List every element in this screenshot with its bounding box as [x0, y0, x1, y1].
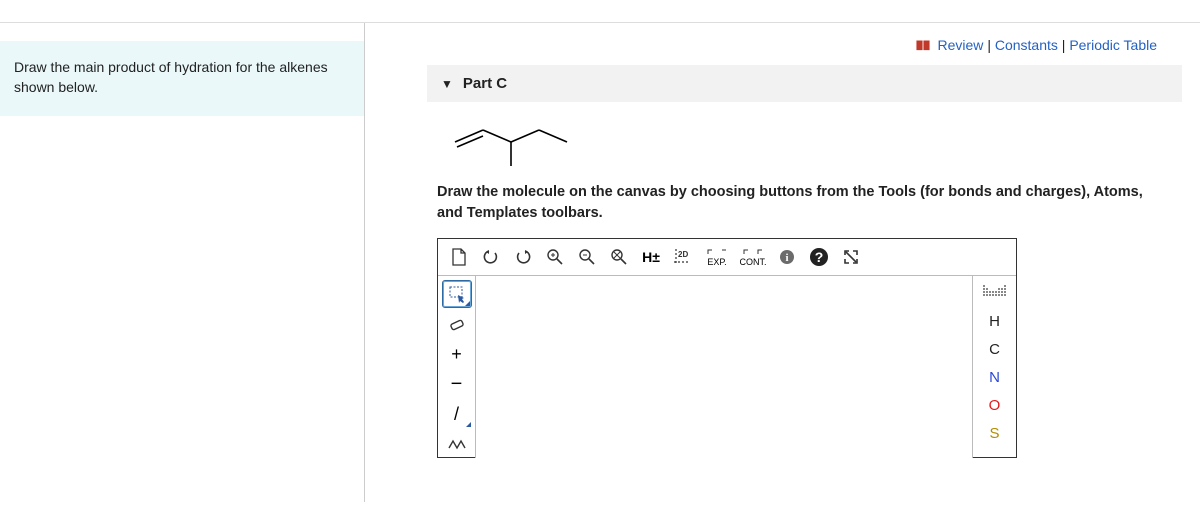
molecule-structure [445, 112, 1182, 168]
redo-icon [514, 249, 532, 265]
collapse-caret-icon: ▼ [441, 77, 453, 91]
contract-label: CONT. [740, 248, 767, 267]
zoom-fit-icon [610, 248, 628, 266]
review-link[interactable]: Review [938, 37, 984, 53]
zoom-in-icon [546, 248, 564, 266]
info-button[interactable]: i [772, 243, 802, 271]
top-links: Review | Constants | Periodic Table [365, 23, 1182, 61]
book-icon [916, 40, 930, 51]
top-toolbar: H± 2D EXP. [438, 239, 1016, 276]
atom-c-button[interactable]: C [978, 336, 1012, 362]
constants-link[interactable]: Constants [995, 37, 1058, 53]
plus-label: + [451, 344, 462, 365]
view-2d-icon: 2D [672, 247, 694, 267]
view-2d-button[interactable]: 2D [668, 243, 698, 271]
single-bond-button[interactable]: / [442, 400, 472, 428]
left-column: Draw the main product of hydration for t… [0, 23, 365, 502]
file-icon [451, 248, 467, 266]
select-tool-button[interactable] [442, 280, 472, 308]
separator: | [987, 37, 991, 53]
atom-h-button[interactable]: H [978, 308, 1012, 334]
minus-label: − [451, 373, 463, 396]
zoom-out-icon [578, 248, 596, 266]
dropdown-corner-icon [465, 301, 470, 306]
eraser-tool-button[interactable] [442, 310, 472, 338]
periodic-table-link[interactable]: Periodic Table [1069, 37, 1157, 53]
eraser-icon [448, 315, 466, 333]
part-header[interactable]: ▼ Part C [427, 65, 1182, 102]
question-text: Draw the main product of hydration for t… [14, 59, 328, 95]
undo-button[interactable] [476, 243, 506, 271]
expand-button[interactable]: EXP. [700, 243, 734, 271]
drawing-editor: H± 2D EXP. [437, 238, 1017, 458]
periodic-grid-icon [982, 284, 1008, 302]
right-toolbar: H C N O S [972, 276, 1016, 458]
charge-minus-button[interactable]: − [442, 370, 472, 398]
zoom-in-button[interactable] [540, 243, 570, 271]
drawing-canvas[interactable] [476, 276, 972, 458]
chain-bond-button[interactable] [442, 430, 472, 458]
info-icon: i [778, 248, 796, 266]
hydrogen-toggle-label: H± [642, 249, 660, 265]
instructions-text: Draw the molecule on the canvas by choos… [437, 182, 1157, 224]
chain-icon [447, 436, 467, 452]
atom-o-button[interactable]: O [978, 392, 1012, 418]
single-bond-label: / [454, 404, 459, 425]
part-label: Part C [463, 75, 507, 92]
fullscreen-icon [843, 249, 859, 265]
left-toolbar: + − / [438, 276, 476, 458]
svg-text:i: i [785, 252, 788, 264]
marquee-icon [448, 285, 466, 303]
fullscreen-button[interactable] [836, 243, 866, 271]
hydrogen-toggle-button[interactable]: H± [636, 243, 666, 271]
periodic-table-button[interactable] [978, 280, 1012, 306]
question-box: Draw the main product of hydration for t… [0, 41, 364, 116]
svg-text:2D: 2D [678, 250, 688, 259]
zoom-out-button[interactable] [572, 243, 602, 271]
contract-corners-icon [742, 248, 764, 256]
help-icon: ? [809, 247, 829, 267]
expand-label: EXP. [706, 248, 728, 267]
help-button[interactable]: ? [804, 243, 834, 271]
dropdown-corner-icon [466, 422, 471, 427]
new-file-button[interactable] [444, 243, 474, 271]
atom-n-button[interactable]: N [978, 364, 1012, 390]
svg-text:?: ? [815, 249, 824, 265]
right-column: Review | Constants | Periodic Table ▼ Pa… [365, 23, 1200, 502]
charge-plus-button[interactable]: + [442, 340, 472, 368]
zoom-fit-button[interactable] [604, 243, 634, 271]
atom-s-button[interactable]: S [978, 420, 1012, 446]
undo-icon [482, 249, 500, 265]
separator: | [1062, 37, 1066, 53]
redo-button[interactable] [508, 243, 538, 271]
contract-button[interactable]: CONT. [736, 243, 770, 271]
expand-corners-icon [706, 248, 728, 256]
